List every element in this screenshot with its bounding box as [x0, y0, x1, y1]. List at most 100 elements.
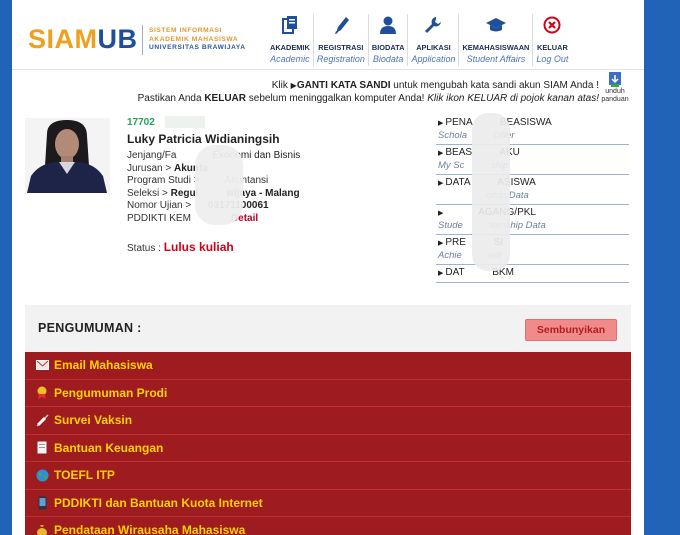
profile-line-pddikti-label: PDDIKTI KEM [127, 212, 191, 224]
caret-right-icon: ▶ [438, 120, 444, 127]
download-label-2: panduan [601, 96, 629, 103]
redaction-blur [165, 116, 205, 128]
status-value: Lulus kuliah [163, 240, 234, 254]
announcement-item-label: PDDIKTI dan Bantuan Kuota Internet [54, 495, 263, 510]
nav-aplikasi[interactable]: APLIKASI Application [407, 14, 458, 66]
logo-ub-text: UB [97, 24, 138, 54]
nav-akademik-label: AKADEMIK [270, 43, 310, 52]
nav-kemahasiswaan[interactable]: KEMAHASISWAAN Student Affairs [458, 14, 532, 66]
menu-item-title: ▶BEAS AKU [438, 147, 629, 160]
nav-keluar[interactable]: KELUAR Log Out [532, 14, 571, 66]
certificate-icon [35, 386, 49, 400]
nav-akademik[interactable]: AKADEMIK Academic [267, 14, 313, 66]
logo-subtitle: SISTEM INFORMASI AKADEMIK MAHASISWA UNIV… [149, 27, 246, 53]
menu-item-magang-pkl[interactable]: ▶ AGANG/PKL Stude ternship Data [436, 205, 629, 235]
caret-right-icon: ▶ [438, 240, 444, 247]
profile-line-seleksi: Seleksi > Regul wijaya - Malang [127, 188, 437, 201]
caret-right-icon: ▶ [438, 150, 444, 157]
download-guide-button[interactable]: unduh panduan [595, 72, 635, 104]
menu-item-data-bkm[interactable]: ▶ DAT BKM [436, 265, 629, 283]
announcement-item-label: Survei Vaksin [54, 413, 133, 428]
announcement-item[interactable]: Email Mahasiswa [25, 352, 631, 380]
nav-aplikasi-sub: Application [411, 54, 456, 64]
pen-icon [331, 15, 351, 35]
announcement-item[interactable]: Survei Vaksin [25, 407, 631, 435]
moneybag-icon [35, 523, 49, 535]
announcement-item[interactable]: TOEFL ITP [25, 462, 631, 490]
syringe-icon [35, 413, 49, 427]
profile-line-seleksi-label: Seleksi > [127, 187, 171, 199]
menu-item-subtitle: Schola Offer [438, 130, 515, 141]
notice-line2-mid: sebelum meninggalkan komputer Anda! [246, 93, 428, 104]
side-menu: ▶PENA BEASISWA Schola Offer ▶BEAS AKU My… [436, 115, 629, 283]
nav-registrasi-sub: Registration [316, 54, 365, 64]
status-label: Status : [127, 243, 164, 254]
header: SIAMUB SISTEM INFORMASI AKADEMIK MAHASIS… [12, 0, 644, 70]
siamub-logo[interactable]: SIAMUB [28, 24, 138, 55]
menu-item-subtitle: Stude ternship Data [438, 220, 546, 231]
menu-item-title: ▶ PENA BEASISWA [438, 117, 629, 130]
wrench-icon [423, 15, 443, 35]
profile-line-nomor-ujian-label: Nomor Ujian > [127, 200, 194, 211]
logo-subtitle-line2: AKADEMIK MAHASISWA [149, 35, 239, 43]
student-name: Luky Patricia Widianingsih [127, 132, 280, 146]
change-password-link[interactable]: GANTI KATA SANDI [297, 80, 391, 91]
menu-item-title: ▶ DAT BKM [438, 267, 629, 280]
announcement-title: PENGUMUMAN : [38, 321, 142, 335]
menu-item-penawaran-beasiswa[interactable]: ▶PENA BEASISWA Schola Offer [436, 115, 629, 145]
nav-registrasi-label: REGISTRASI [318, 43, 364, 52]
nav-keluar-sub: Log Out [536, 54, 569, 64]
redaction-blur [195, 145, 243, 225]
profile-line-jenjang: Jenjang/Fa Ekonomi dan Bisnis [127, 150, 437, 163]
announcement-panel: PENGUMUMAN : Sembunyikan Email Mahasiswa… [25, 305, 631, 535]
announcement-item-label: TOEFL ITP [54, 468, 115, 483]
document-icon [280, 15, 300, 35]
notice-line2-pre: Pastikan Anda [137, 93, 205, 104]
menu-item-subtitle: My Sc ship [438, 160, 508, 171]
menu-item-prestasi[interactable]: ▶PRE SI Achie ent [436, 235, 629, 265]
globe-icon [35, 468, 49, 482]
profile-line-nomor-ujian: Nomor Ujian > 03171100061 [127, 200, 437, 213]
announcement-item-label: Bantuan Keuangan [54, 440, 164, 455]
nav-registrasi[interactable]: REGISTRASI Registration [312, 14, 368, 66]
announcement-list: Email Mahasiswa Pengumuman Prodi Survei … [25, 352, 631, 535]
menu-item-data-beasiswa[interactable]: ▶DATA ASISWA rship Data [436, 175, 629, 205]
caret-right-icon: ▶ [438, 210, 444, 217]
nav-keluar-label: KELUAR [537, 43, 568, 52]
notice-line2-italic: Klik ikon KELUAR di pojok kanan atas! [427, 93, 599, 104]
notice-line1-post: untuk mengubah kata sandi akun SIAM Anda… [390, 80, 599, 91]
profile-line-prodi-label: Program Studi > [127, 175, 203, 186]
announcement-item-label: Pendataan Wirausaha Mahasiswa [54, 523, 246, 535]
graduation-cap-icon [485, 15, 506, 35]
nav-aplikasi-label: APLIKASI [416, 43, 451, 52]
nav-biodata[interactable]: BIODATA Biodata [367, 14, 408, 66]
logo-subtitle-line1: SISTEM INFORMASI [149, 27, 222, 34]
announcement-item-label: Email Mahasiswa [54, 358, 153, 373]
download-label-1: unduh [605, 88, 625, 95]
nav-kemahasiswaan-sub: Student Affairs [466, 54, 526, 64]
hide-announcement-button[interactable]: Sembunyikan [525, 319, 617, 341]
announcement-item-label: Pengumuman Prodi [54, 385, 168, 400]
phone-icon [35, 496, 49, 510]
page-content: SIAMUB SISTEM INFORMASI AKADEMIK MAHASIS… [12, 0, 644, 535]
menu-item-title: ▶ AGANG/PKL [438, 207, 629, 220]
notice-line2-bold: KELUAR [204, 93, 246, 104]
announcement-item[interactable]: Bantuan Keuangan [25, 434, 631, 462]
notice: Klik ▶GANTI KATA SANDI untuk mengubah ka… [138, 79, 599, 105]
announcement-item[interactable]: Pengumuman Prodi [25, 379, 631, 407]
profile-line-jurusan-label: Jurusan > [127, 162, 174, 174]
announcement-item[interactable]: PDDIKTI dan Bantuan Kuota Internet [25, 489, 631, 517]
caret-right-icon: ▶ [438, 270, 444, 277]
notice-line1-pre: Klik [271, 80, 291, 91]
nav-akademik-sub: Academic [270, 54, 310, 64]
menu-item-title: ▶ DATA ASISWA [438, 177, 629, 190]
profile-info: 17702 Luky Patricia Widianingsih Jenjang… [127, 117, 437, 254]
announcement-item[interactable]: Pendataan Wirausaha Mahasiswa [25, 517, 631, 535]
logo-siam-text: SIAM [28, 24, 98, 54]
menu-item-beasiswaku[interactable]: ▶BEAS AKU My Sc ship [436, 145, 629, 175]
notice-line2: Pastikan Anda KELUAR sebelum meninggalka… [138, 92, 599, 105]
nav-kemahasiswaan-label: KEMAHASISWAAN [462, 43, 530, 52]
envelope-icon [35, 358, 49, 372]
nav-biodata-sub: Biodata [372, 54, 404, 64]
download-icon [608, 72, 622, 88]
